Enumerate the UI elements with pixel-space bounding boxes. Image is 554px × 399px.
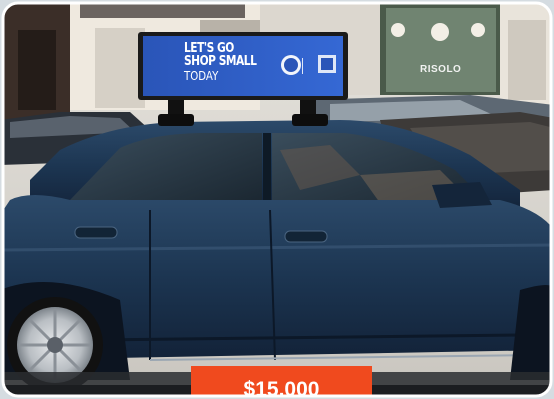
front-door-handle [74,226,118,239]
listing-card[interactable]: LET'S GO SHOP SMALL TODAY RISOLO $15,000 [0,0,554,399]
sign-line-2: SHOP SMALL [184,54,257,69]
rear-door-handle [284,230,328,243]
storefront-sign: RISOLO [420,64,462,75]
sign-line-3: TODAY [184,69,219,83]
price-badge[interactable]: $15,000 [191,366,372,399]
roof-sign-text: LET'S GO SHOP SMALL TODAY [184,42,284,82]
